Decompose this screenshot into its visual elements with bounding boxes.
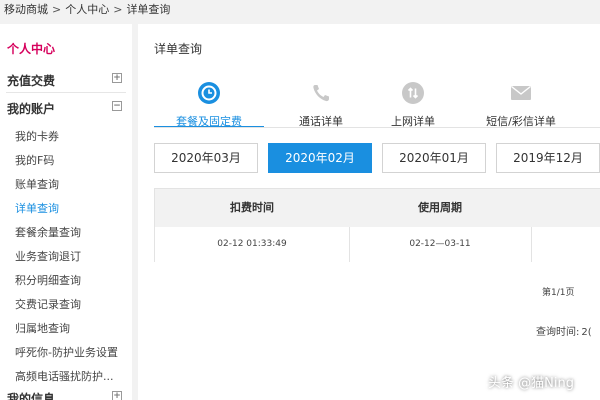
breadcrumb-mall[interactable]: 移动商城	[4, 3, 48, 16]
sidebar-item-location-query[interactable]: 归属地查询	[0, 320, 132, 336]
query-time-label: 查询时间:	[536, 327, 580, 338]
sidebar-item-service-unsubscribe[interactable]: 业务查询退订	[0, 248, 132, 264]
sidebar-title-personal-center[interactable]: 个人中心	[0, 40, 132, 57]
breadcrumb-personal-center[interactable]: 个人中心	[65, 3, 109, 16]
month-button-2019-12[interactable]: 2019年12月	[496, 143, 600, 173]
divider	[6, 92, 126, 93]
watermark: 头条 @猫Ning	[488, 376, 574, 391]
query-time-value: 2(	[581, 327, 592, 338]
breadcrumb: 移动商城 > 个人中心 > 详单查询	[0, 0, 600, 22]
sidebar-item-payment-records[interactable]: 交费记录查询	[0, 296, 132, 312]
cell-charge-time: 02-12 01:33:49	[217, 239, 287, 249]
breadcrumb-separator: >	[113, 3, 123, 16]
divider	[349, 227, 350, 262]
sidebar-group-label: 我的账户	[7, 102, 56, 116]
sidebar-item-high-frequency-protection[interactable]: 高频电话骚扰防护...	[0, 368, 132, 384]
sidebar-item-points-detail[interactable]: 积分明细查询	[0, 272, 132, 288]
sidebar-item-my-coupons[interactable]: 我的卡券	[0, 128, 132, 144]
sidebar-group-my-account[interactable]: 我的账户 −	[0, 100, 132, 117]
sidebar-group-label: 充值交费	[7, 74, 56, 88]
sidebar-item-bill-query[interactable]: 账单查询	[0, 176, 132, 192]
data-transfer-icon	[402, 82, 424, 104]
tab-internet-details[interactable]: 上网详单	[358, 82, 468, 152]
page-title: 详单查询	[154, 42, 203, 56]
sidebar-group-label: 我的信息	[7, 392, 56, 400]
cell-usage-period: 02-12—03-11	[409, 239, 471, 249]
collapse-icon[interactable]: −	[112, 101, 122, 111]
table-row: 02-12 01:33:49 02-12—03-11	[155, 227, 600, 262]
expand-icon[interactable]: +	[112, 73, 122, 83]
phone-icon	[310, 82, 332, 104]
month-button-2020-01[interactable]: 2020年01月	[382, 143, 486, 173]
sidebar: 个人中心 充值交费 + 我的账户 − 我的卡券 我的F码 账单查询 详单查询 套…	[0, 24, 132, 400]
tab-package-fixed-fee[interactable]: 套餐及固定费	[154, 82, 264, 152]
tab-sms-mms-details[interactable]: 短信/彩信详单	[466, 82, 576, 152]
envelope-icon	[510, 82, 532, 104]
column-header-usage-period: 使用周期	[418, 201, 462, 214]
detail-tabs: 套餐及固定费 通话详单 上网详单 短信/彩信详单	[154, 82, 600, 152]
sidebar-item-my-f-code[interactable]: 我的F码	[0, 152, 132, 168]
query-time: 查询时间: 2(	[534, 323, 592, 338]
pagination-info: 第1/1页	[542, 288, 575, 298]
sidebar-item-harassment-protection[interactable]: 呼死你-防护业务设置	[0, 344, 132, 360]
month-selector: 2020年03月 2020年02月 2020年01月 2019年12月	[154, 143, 600, 173]
main-panel: 详单查询 套餐及固定费 通话详单 上网详单 短信/彩信详单 2020年03月 2…	[138, 24, 600, 400]
divider	[531, 227, 532, 262]
tab-divider	[154, 127, 600, 128]
clock-icon	[198, 82, 220, 104]
breadcrumb-current: 详单查询	[126, 3, 171, 16]
page: 移动商城 > 个人中心 > 详单查询 个人中心 充值交费 + 我的账户 − 我的卡券 我…	[0, 0, 600, 400]
sidebar-group-my-info[interactable]: 我的信息 +	[0, 390, 132, 400]
column-header-charge-time: 扣费时间	[230, 201, 274, 214]
breadcrumb-separator: >	[52, 3, 62, 16]
sidebar-group-recharge[interactable]: 充值交费 +	[0, 72, 132, 89]
detail-table: 扣费时间 使用周期 02-12 01:33:49 02-12—03-11	[154, 188, 600, 262]
table-header: 扣费时间 使用周期	[155, 189, 600, 227]
expand-icon[interactable]: +	[112, 391, 122, 400]
sidebar-item-detail-query[interactable]: 详单查询	[0, 200, 132, 216]
month-button-2020-03[interactable]: 2020年03月	[154, 143, 258, 173]
sidebar-item-package-balance[interactable]: 套餐余量查询	[0, 224, 132, 240]
month-button-2020-02[interactable]: 2020年02月	[268, 143, 372, 173]
